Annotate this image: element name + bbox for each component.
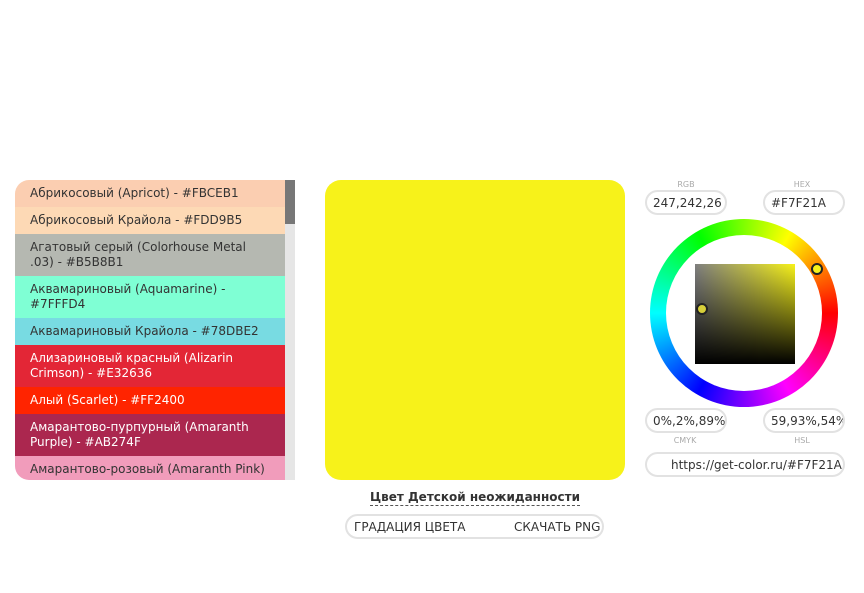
color-list-items: Абрикосовый (Apricot) - #FBCEB1 Абрикосов… xyxy=(15,180,285,480)
color-name-title: Цвет Детской неожиданности xyxy=(325,490,625,506)
color-list-item[interactable]: Абрикосовый Крайола - #FDD9B5 xyxy=(15,207,285,234)
hue-marker[interactable] xyxy=(811,263,823,275)
color-wheel-picker[interactable] xyxy=(650,219,838,407)
cmyk-input[interactable]: 0%,2%,89%, xyxy=(645,408,727,433)
color-list-item[interactable]: Аквамариновый (Aquamarine) - #7FFFD4 xyxy=(15,276,285,318)
color-name-link[interactable]: Цвет Детской неожиданности xyxy=(370,490,580,506)
color-list-item[interactable]: Агатовый серый (Colorhouse Metal .03) - … xyxy=(15,234,285,276)
color-list-item[interactable]: Аквамариновый Крайола - #78DBE2 xyxy=(15,318,285,345)
color-list-scrollbar[interactable] xyxy=(285,180,295,480)
hex-label: HEX xyxy=(793,180,811,189)
color-list-item[interactable]: Амарантово-розовый (Amaranth Pink) - xyxy=(15,456,285,480)
rgb-label: RGB xyxy=(677,180,695,189)
hsl-input[interactable]: 59,93%,54% xyxy=(763,408,845,433)
color-list: Абрикосовый (Apricot) - #FBCEB1 Абрикосов… xyxy=(15,180,295,480)
scrollbar-thumb[interactable] xyxy=(285,180,295,224)
download-png-button[interactable]: СКАЧАТЬ PNG xyxy=(514,520,600,534)
hex-input[interactable]: #F7F21A xyxy=(763,190,845,215)
share-link-input[interactable]: https://get-color.ru/#F7F21A xyxy=(645,452,845,477)
color-preview-swatch xyxy=(325,180,625,480)
saturation-lightness-square[interactable] xyxy=(695,264,795,364)
rgb-input[interactable]: 247,242,26 xyxy=(645,190,727,215)
color-list-item[interactable]: Абрикосовый (Apricot) - #FBCEB1 xyxy=(15,180,285,207)
color-list-item[interactable]: Ализариновый красный (Alizarin Crimson) … xyxy=(15,345,285,387)
hsl-label: HSL xyxy=(794,436,810,445)
color-list-item[interactable]: Алый (Scarlet) - #FF2400 xyxy=(15,387,285,414)
color-list-item[interactable]: Амарантово-пурпурный (Amaranth Purple) -… xyxy=(15,414,285,456)
saturation-lightness-marker[interactable] xyxy=(696,303,708,315)
gradation-button[interactable]: ГРАДАЦИЯ ЦВЕТА xyxy=(354,520,465,534)
action-buttons: ГРАДАЦИЯ ЦВЕТА СКАЧАТЬ PNG xyxy=(345,514,604,539)
cmyk-label: CMYK xyxy=(673,436,697,445)
